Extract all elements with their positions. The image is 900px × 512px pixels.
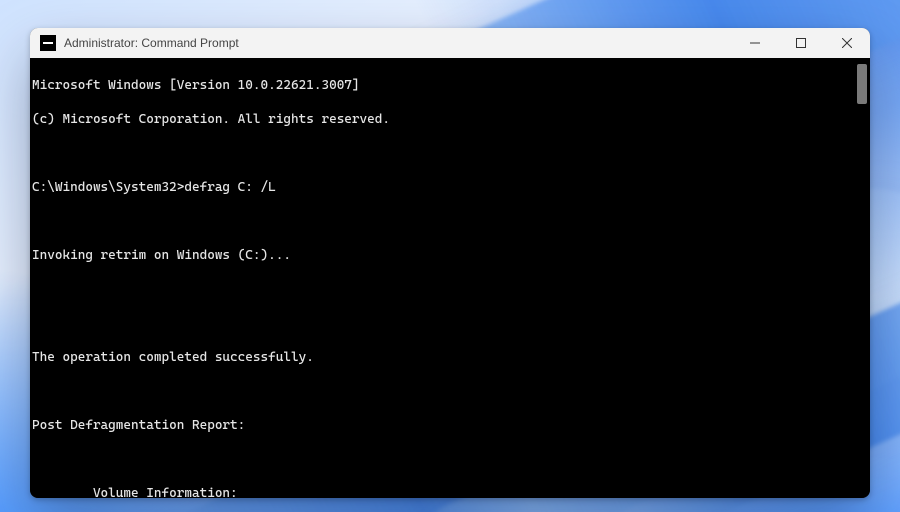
maximize-icon <box>796 38 806 48</box>
close-icon <box>842 38 852 48</box>
titlebar[interactable]: Administrator: Command Prompt <box>30 28 870 58</box>
terminal-line: The operation completed successfully. <box>30 349 870 366</box>
command-prompt-window: Administrator: Command Prompt Microsoft … <box>30 28 870 498</box>
terminal-line: (c) Microsoft Corporation. All rights re… <box>30 111 870 128</box>
maximize-button[interactable] <box>778 28 824 58</box>
window-title: Administrator: Command Prompt <box>64 36 239 50</box>
minimize-icon <box>750 38 760 48</box>
scrollbar-thumb[interactable] <box>857 64 867 104</box>
terminal-prompt-line: C:\Windows\System32>defrag C: /L <box>30 179 870 196</box>
terminal-output[interactable]: Microsoft Windows [Version 10.0.22621.30… <box>30 58 870 498</box>
command-prompt-icon <box>40 35 56 51</box>
close-button[interactable] <box>824 28 870 58</box>
terminal-line: Invoking retrim on Windows (C:)... <box>30 247 870 264</box>
terminal-line: Post Defragmentation Report: <box>30 417 870 434</box>
terminal-line: Microsoft Windows [Version 10.0.22621.30… <box>30 77 870 94</box>
scrollbar-track[interactable] <box>853 62 867 492</box>
minimize-button[interactable] <box>732 28 778 58</box>
terminal-line: Volume Information: <box>30 485 870 498</box>
